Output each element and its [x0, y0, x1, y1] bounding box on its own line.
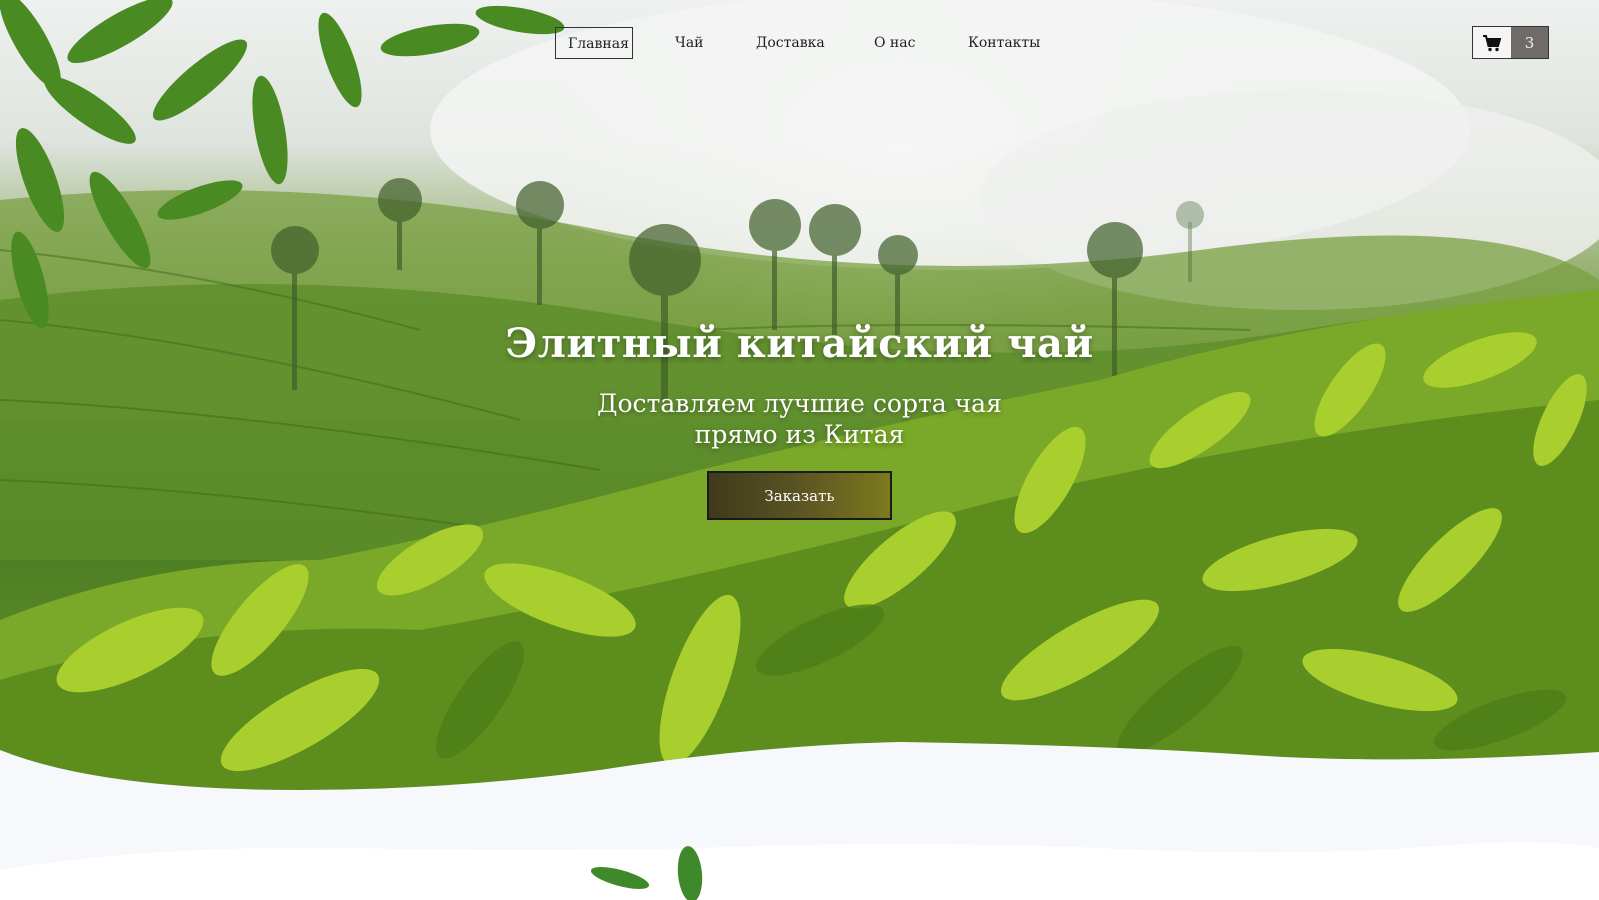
nav-item-tea[interactable]: Чай	[675, 27, 704, 59]
hero-subtitle-line-2: прямо из Китая	[694, 420, 905, 449]
nav-item-home[interactable]: Главная	[555, 27, 633, 59]
cart-count-badge: 3	[1511, 27, 1548, 58]
cart-button[interactable]: 3	[1472, 26, 1549, 59]
order-button[interactable]: Заказать	[707, 471, 892, 520]
nav-item-delivery[interactable]: Доставка	[756, 27, 825, 59]
nav-item-contacts[interactable]: Контакты	[968, 27, 1040, 59]
hero-subtitle-line-1: Доставляем лучшие сорта чая	[597, 389, 1002, 418]
hero-subtitle: Доставляем лучшие сорта чая прямо из Кит…	[0, 388, 1599, 450]
nav-item-about[interactable]: О нас	[874, 27, 915, 59]
hero-section	[0, 0, 1599, 900]
hero-title: Элитный китайский чай	[505, 320, 1094, 367]
tea-plantation-background	[0, 0, 1599, 900]
shopping-cart-icon	[1473, 27, 1511, 58]
main-navigation: Главная Чай Доставка О нас Контакты	[0, 27, 1599, 59]
